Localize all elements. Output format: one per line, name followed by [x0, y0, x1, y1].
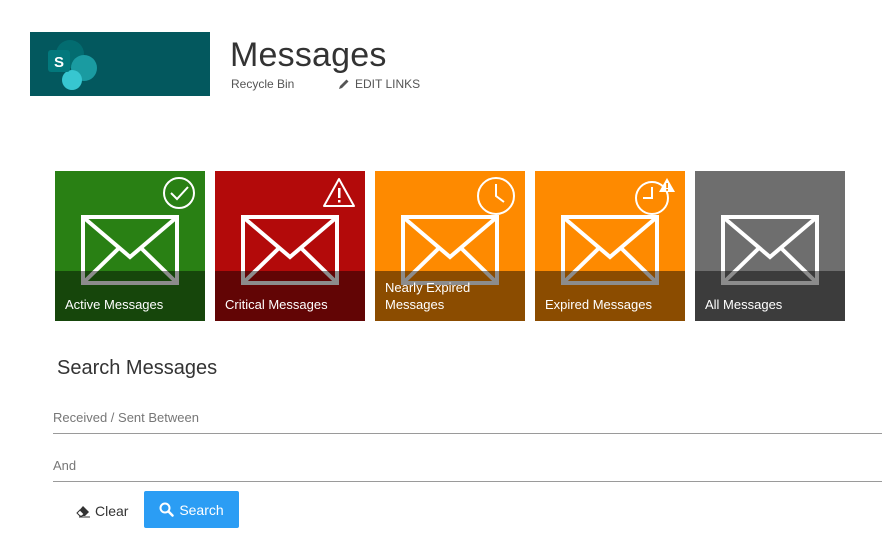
- eraser-icon: [76, 506, 90, 518]
- sharepoint-icon: S: [48, 40, 97, 90]
- tile-active-messages[interactable]: Active Messages: [55, 171, 205, 321]
- sharepoint-logo[interactable]: S: [30, 32, 210, 96]
- tile-expired-messages[interactable]: Expired Messages: [535, 171, 685, 321]
- search-icon: [159, 502, 175, 517]
- recycle-bin-link[interactable]: Recycle Bin: [231, 77, 294, 91]
- clock-warning-icon: [635, 178, 675, 215]
- tile-label: Critical Messages: [215, 271, 365, 321]
- check-circle-icon: [163, 177, 195, 209]
- edit-links-label: EDIT LINKS: [355, 77, 421, 91]
- edit-links-button[interactable]: EDIT LINKS: [338, 77, 420, 91]
- and-field[interactable]: [53, 454, 882, 482]
- tile-nearly-expired-messages[interactable]: Nearly Expired Messages: [375, 171, 525, 321]
- tile-label: Expired Messages: [535, 271, 685, 321]
- svg-text:S: S: [54, 54, 64, 71]
- search-label: Search: [179, 501, 224, 518]
- clear-button[interactable]: Clear: [76, 500, 128, 522]
- search-heading: Search Messages: [57, 357, 218, 379]
- search-button[interactable]: Search: [144, 491, 239, 528]
- clock-icon: [477, 177, 515, 215]
- received-sent-between-field[interactable]: [53, 406, 882, 434]
- and-date-input[interactable]: [53, 458, 882, 473]
- pencil-icon: [339, 79, 349, 89]
- tile-label: Active Messages: [55, 271, 205, 321]
- tile-label: Nearly Expired Messages: [375, 271, 525, 321]
- page-title: Messages: [230, 36, 387, 74]
- warning-icon: [323, 178, 355, 207]
- received-sent-between-input[interactable]: [53, 410, 882, 425]
- clear-label: Clear: [95, 503, 129, 519]
- tile-label: All Messages: [695, 271, 845, 321]
- tile-critical-messages[interactable]: Critical Messages: [215, 171, 365, 321]
- tile-all-messages[interactable]: All Messages: [695, 171, 845, 321]
